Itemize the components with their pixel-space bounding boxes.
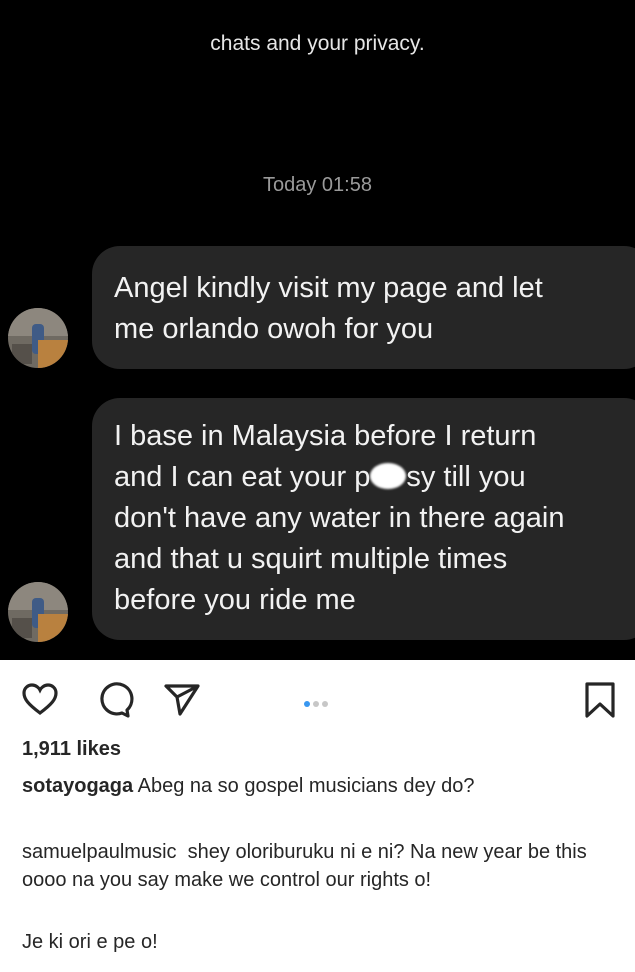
sender-avatar[interactable] xyxy=(8,582,68,642)
comment-continuation: Je ki ori e pe o! xyxy=(22,931,158,953)
message-line: I base in Malaysia before I return xyxy=(114,420,537,452)
carousel-dot xyxy=(322,701,328,707)
message-line: and that u squirt multiple times xyxy=(114,543,508,575)
carousel-dot xyxy=(313,701,319,707)
caption: sotayogaga Abeg na so gospel musicians d… xyxy=(22,772,475,800)
username-link[interactable]: sotayogaga xyxy=(22,775,133,797)
dm-screenshot: chats and your privacy. Today 01:58 Ange… xyxy=(0,0,635,660)
carousel-dot xyxy=(304,701,310,707)
username-link[interactable]: samuelpaulmusic xyxy=(22,841,177,863)
comment: samuelpaulmusic shey oloriburuku ni e ni… xyxy=(22,838,622,894)
message-timestamp: Today 01:58 xyxy=(263,174,372,196)
message-line: me orlando owoh for you xyxy=(114,313,434,345)
caption-text: Abeg na so gospel musicians dey do? xyxy=(137,775,475,797)
heart-icon[interactable] xyxy=(20,680,60,720)
likes-count[interactable]: 1,911 likes xyxy=(22,735,121,763)
message-line: and I can eat your p sy till you xyxy=(114,461,526,493)
share-icon[interactable] xyxy=(162,680,202,720)
privacy-notice: chats and your privacy. xyxy=(210,32,425,55)
comment-icon[interactable] xyxy=(94,680,134,720)
message-line: don't have any water in there again xyxy=(114,502,565,534)
message-bubble: I base in Malaysia before I return and I… xyxy=(92,398,635,640)
censor-blur xyxy=(370,463,407,489)
message-bubble: Angel kindly visit my page and let me or… xyxy=(92,246,635,369)
message-line: before you ride me xyxy=(114,584,356,616)
sender-avatar[interactable] xyxy=(8,308,68,368)
bookmark-icon[interactable] xyxy=(580,680,620,720)
carousel-indicator xyxy=(304,694,331,712)
message-line: Angel kindly visit my page and let xyxy=(114,272,543,304)
